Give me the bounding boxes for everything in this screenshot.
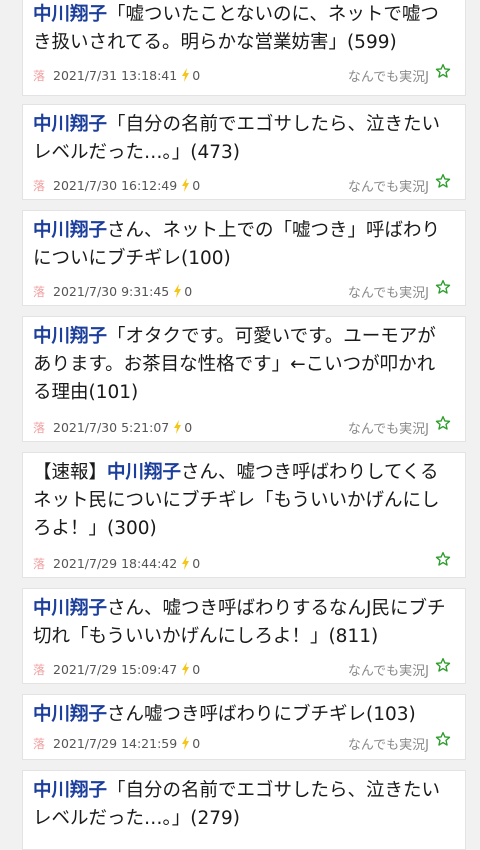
thread-date: 2021/7/29 15:09:47 <box>53 661 178 677</box>
star-outline-icon[interactable] <box>435 279 451 295</box>
thread-title[interactable]: 中川翔子「自分の名前でエゴサしたら、泣きたいレベルだった…。」(279) <box>33 777 453 833</box>
star-outline-icon[interactable] <box>435 173 451 189</box>
thread-keyword-highlight: 中川翔子 <box>33 704 108 725</box>
lightning-bolt-icon <box>173 284 182 298</box>
thread-meta: 落 2021/7/29 15:09:47 0 なんでも実況J <box>33 657 451 679</box>
thread-card[interactable]: 中川翔子「自分の名前でエゴサしたら、泣きたいレベルだった…。」(279) <box>22 770 466 850</box>
board-name[interactable]: なんでも実況J <box>348 660 429 679</box>
board-name[interactable]: なんでも実況J <box>348 176 429 195</box>
thread-card[interactable]: 中川翔子「嘘ついたことないのに、ネットで嘘つき扱いされてる。明らかな営業妨害」(… <box>22 0 466 96</box>
vote-count: 0 <box>192 67 201 83</box>
vote-count: 0 <box>184 283 193 299</box>
board-name[interactable]: なんでも実況J <box>348 418 429 437</box>
vote-count: 0 <box>192 735 201 751</box>
fallen-marker: 落 <box>33 68 46 83</box>
thread-date: 2021/7/30 5:21:07 <box>53 419 170 435</box>
thread-meta: 落 2021/7/31 13:18:41 0 なんでも実況J <box>33 63 451 85</box>
lightning-bolt-icon <box>173 420 182 434</box>
lightning-bolt-icon <box>181 68 190 82</box>
thread-response-count: (811) <box>328 626 379 647</box>
thread-title[interactable]: 中川翔子さん、嘘つき呼ばわりするなんJ民にブチ切れ「もういいかげんにしろよ！」(… <box>33 595 453 651</box>
fallen-marker: 落 <box>33 284 46 299</box>
thread-response-count: (473) <box>190 142 241 163</box>
thread-keyword-highlight: 中川翔子 <box>107 462 182 483</box>
vote-count: 0 <box>192 177 201 193</box>
vote-count: 0 <box>192 555 201 571</box>
vote-count: 0 <box>184 419 193 435</box>
thread-card[interactable]: 中川翔子「自分の名前でエゴサしたら、泣きたいレベルだった…。」(473) 落 202… <box>22 104 466 200</box>
star-outline-icon[interactable] <box>435 657 451 673</box>
thread-response-count: (103) <box>366 704 416 725</box>
thread-list: 中川翔子「嘘ついたことないのに、ネットで嘘つき扱いされてる。明らかな営業妨害」(… <box>0 0 480 850</box>
thread-date: 2021/7/29 18:44:42 <box>53 555 178 571</box>
thread-keyword-highlight: 中川翔子 <box>33 598 108 619</box>
vote-count: 0 <box>192 661 201 677</box>
thread-keyword-highlight: 中川翔子 <box>33 780 108 801</box>
fallen-marker: 落 <box>33 556 46 571</box>
thread-card[interactable]: 中川翔子さん嘘つき呼ばわりにブチギレ(103) 落 2021/7/29 14:21:… <box>22 694 466 760</box>
thread-meta: 落 2021/7/29 14:21:59 0 なんでも実況J <box>33 731 451 753</box>
thread-title[interactable]: 中川翔子さん嘘つき呼ばわりにブチギレ(103) <box>33 701 453 729</box>
thread-date: 2021/7/30 16:12:49 <box>53 177 178 193</box>
thread-meta: 落 2021/7/30 5:21:07 0 なんでも実況J <box>33 415 451 437</box>
thread-keyword-highlight: 中川翔子 <box>33 114 108 135</box>
fallen-marker: 落 <box>33 736 46 751</box>
lightning-bolt-icon <box>181 736 190 750</box>
thread-keyword-highlight: 中川翔子 <box>33 4 108 25</box>
thread-title[interactable]: 【速報】中川翔子さん、嘘つき呼ばわりしてくるネット民についにブチギレ「もういいか… <box>33 459 453 543</box>
thread-card[interactable]: 中川翔子さん、ネット上での「嘘つき」呼ばわりについにブチギレ(100) 落 2021… <box>22 210 466 306</box>
lightning-bolt-icon <box>181 178 190 192</box>
thread-title[interactable]: 中川翔子さん、ネット上での「嘘つき」呼ばわりについにブチギレ(100) <box>33 217 453 273</box>
star-outline-icon[interactable] <box>435 731 451 747</box>
lightning-bolt-icon <box>181 556 190 570</box>
fallen-marker: 落 <box>33 178 46 193</box>
thread-meta: 落 2021/7/30 16:12:49 0 なんでも実況J <box>33 173 451 195</box>
thread-card[interactable]: 中川翔子「オタクです。可愛いです。ユーモアがあります。お茶目な性格です」←こいつ… <box>22 316 466 442</box>
thread-response-count: (599) <box>346 32 397 53</box>
thread-title[interactable]: 中川翔子「自分の名前でエゴサしたら、泣きたいレベルだった…。」(473) <box>33 111 453 167</box>
thread-date: 2021/7/30 9:31:45 <box>53 283 170 299</box>
board-name[interactable]: なんでも実況J <box>348 282 429 301</box>
thread-meta: 落 2021/7/30 9:31:45 0 なんでも実況J <box>33 279 451 301</box>
thread-keyword-highlight: 中川翔子 <box>33 326 108 347</box>
thread-response-count: (101) <box>88 382 139 403</box>
thread-title-text: さん嘘つき呼ばわりにブチギレ <box>107 704 367 725</box>
fallen-marker: 落 <box>33 420 46 435</box>
star-outline-icon[interactable] <box>435 63 451 79</box>
fallen-marker: 落 <box>33 662 46 677</box>
lightning-bolt-icon <box>181 662 190 676</box>
star-outline-icon[interactable] <box>435 415 451 431</box>
thread-card[interactable]: 中川翔子さん、嘘つき呼ばわりするなんJ民にブチ切れ「もういいかげんにしろよ！」(… <box>22 588 466 684</box>
thread-meta: 落 2021/7/29 18:44:42 0 <box>33 551 451 573</box>
thread-keyword-highlight: 中川翔子 <box>33 220 108 241</box>
thread-date: 2021/7/29 14:21:59 <box>53 735 178 751</box>
thread-response-count: (100) <box>181 248 231 269</box>
board-name[interactable]: なんでも実況J <box>348 734 429 753</box>
thread-prefix: 【速報】 <box>33 462 108 483</box>
star-outline-icon[interactable] <box>435 551 451 567</box>
thread-response-count: (300) <box>107 518 157 539</box>
thread-title[interactable]: 中川翔子「嘘ついたことないのに、ネットで嘘つき扱いされてる。明らかな営業妨害」(… <box>33 1 453 57</box>
thread-title[interactable]: 中川翔子「オタクです。可愛いです。ユーモアがあります。お茶目な性格です」←こいつ… <box>33 323 453 407</box>
board-name[interactable]: なんでも実況J <box>348 66 429 85</box>
thread-card[interactable]: 【速報】中川翔子さん、嘘つき呼ばわりしてくるネット民についにブチギレ「もういいか… <box>22 452 466 578</box>
thread-date: 2021/7/31 13:18:41 <box>53 67 178 83</box>
